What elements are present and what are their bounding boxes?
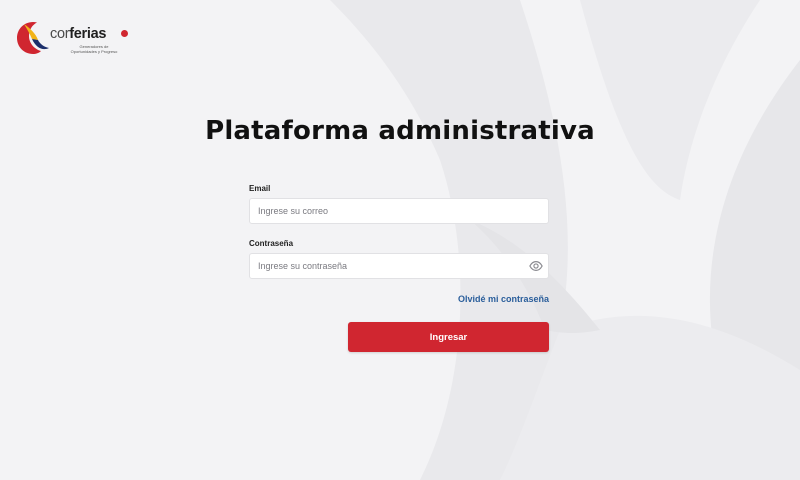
email-label: Email [249, 184, 271, 193]
logo-badge-icon [121, 30, 128, 37]
eye-icon [529, 261, 543, 271]
login-button[interactable]: Ingresar [348, 322, 549, 352]
forgot-password-link[interactable]: Olvidé mi contraseña [458, 294, 549, 304]
corferias-logo-mark-icon [17, 22, 49, 54]
logo-wordmark: corferias [50, 26, 106, 42]
email-input[interactable] [249, 198, 549, 224]
show-password-toggle[interactable] [529, 259, 543, 273]
submit-row: Ingresar [249, 322, 549, 352]
password-input[interactable] [249, 253, 549, 279]
page-title: Plataforma administrativa [205, 116, 595, 146]
logo-wordmark-part1: cor [50, 26, 70, 42]
login-form: Email Contraseña Olvidé mi contraseña In… [249, 184, 549, 352]
forgot-row: Olvidé mi contraseña [249, 289, 549, 304]
corferias-logo: corferias Generadores de Oportunidades y… [16, 20, 128, 60]
logo-wordmark-part2: ferias [69, 26, 107, 42]
logo-tagline: Generadores de Oportunidades y Progreso [58, 44, 130, 54]
password-field-wrapper [249, 253, 549, 279]
logo-tagline-line2: Oportunidades y Progreso [70, 49, 118, 54]
password-label: Contraseña [249, 239, 294, 248]
email-field-wrapper [249, 198, 549, 224]
